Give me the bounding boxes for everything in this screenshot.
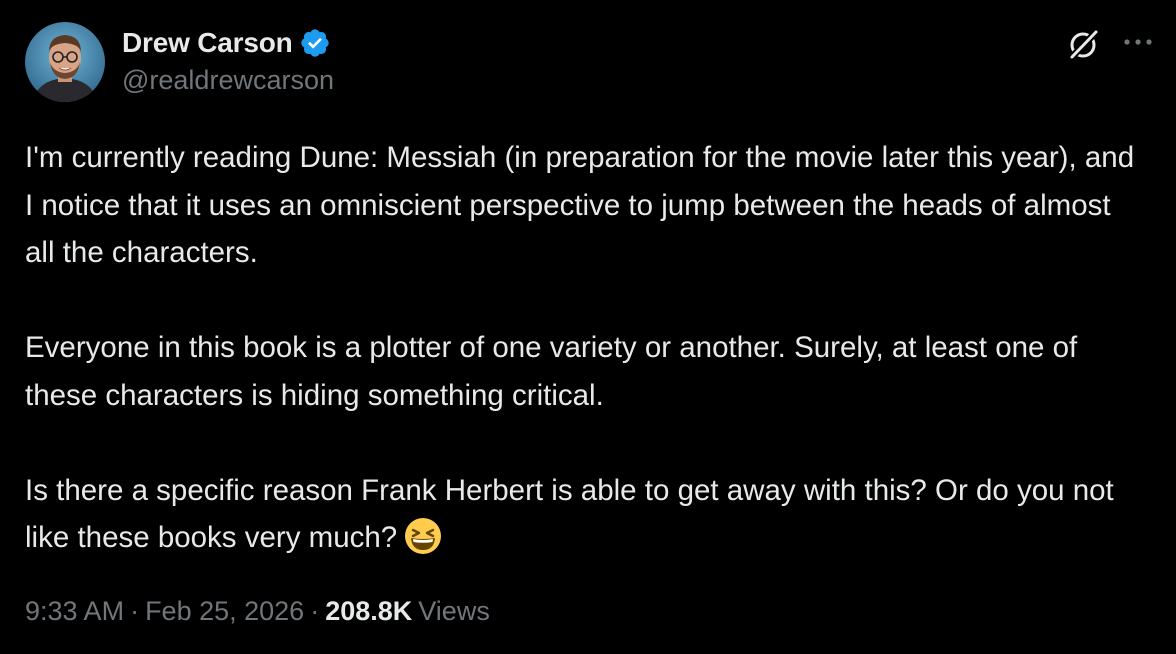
author-identity: Drew Carson @realdrewcarson xyxy=(122,24,334,96)
author-name-row: Drew Carson xyxy=(122,24,334,62)
meta-separator: · xyxy=(130,596,140,626)
tweet-text: I'm currently reading Dune: Messiah (in … xyxy=(25,134,1135,562)
tweet-date[interactable]: Feb 25, 2026 xyxy=(145,596,304,626)
verified-badge-icon[interactable] xyxy=(299,27,331,59)
avatar-image xyxy=(25,22,105,102)
tweet-paragraph-text: I'm currently reading Dune: Messiah (in … xyxy=(25,141,1135,269)
author-handle[interactable]: @realdrewcarson xyxy=(122,65,334,96)
views-label: Views xyxy=(418,596,490,626)
tweet-time[interactable]: 9:33 AM xyxy=(25,596,124,626)
avatar[interactable] xyxy=(25,22,105,102)
tweet-paragraph-text: Everyone in this book is a plotter of on… xyxy=(25,331,1078,412)
meta-separator: · xyxy=(310,596,320,626)
tweet-paragraph-text: Is there a specific reason Frank Herbert… xyxy=(25,473,1114,555)
more-horizontal-icon[interactable] xyxy=(1121,28,1155,56)
grok-icon[interactable] xyxy=(1066,26,1102,62)
author-display-name[interactable]: Drew Carson xyxy=(122,27,293,59)
tweet-paragraph: I'm currently reading Dune: Messiah (in … xyxy=(25,134,1135,277)
tweet-meta: 9:33 AM · Feb 25, 2026 · 208.8K Views xyxy=(25,596,490,627)
grinning-squinting-face-emoji xyxy=(403,516,443,556)
tweet-paragraph: Everyone in this book is a plotter of on… xyxy=(25,324,1135,419)
tweet-card: Drew Carson @realdrewcarson I'm currentl… xyxy=(0,0,1176,654)
tweet-paragraph: Is there a specific reason Frank Herbert… xyxy=(25,467,1135,562)
views-count[interactable]: 208.8K xyxy=(325,596,412,626)
